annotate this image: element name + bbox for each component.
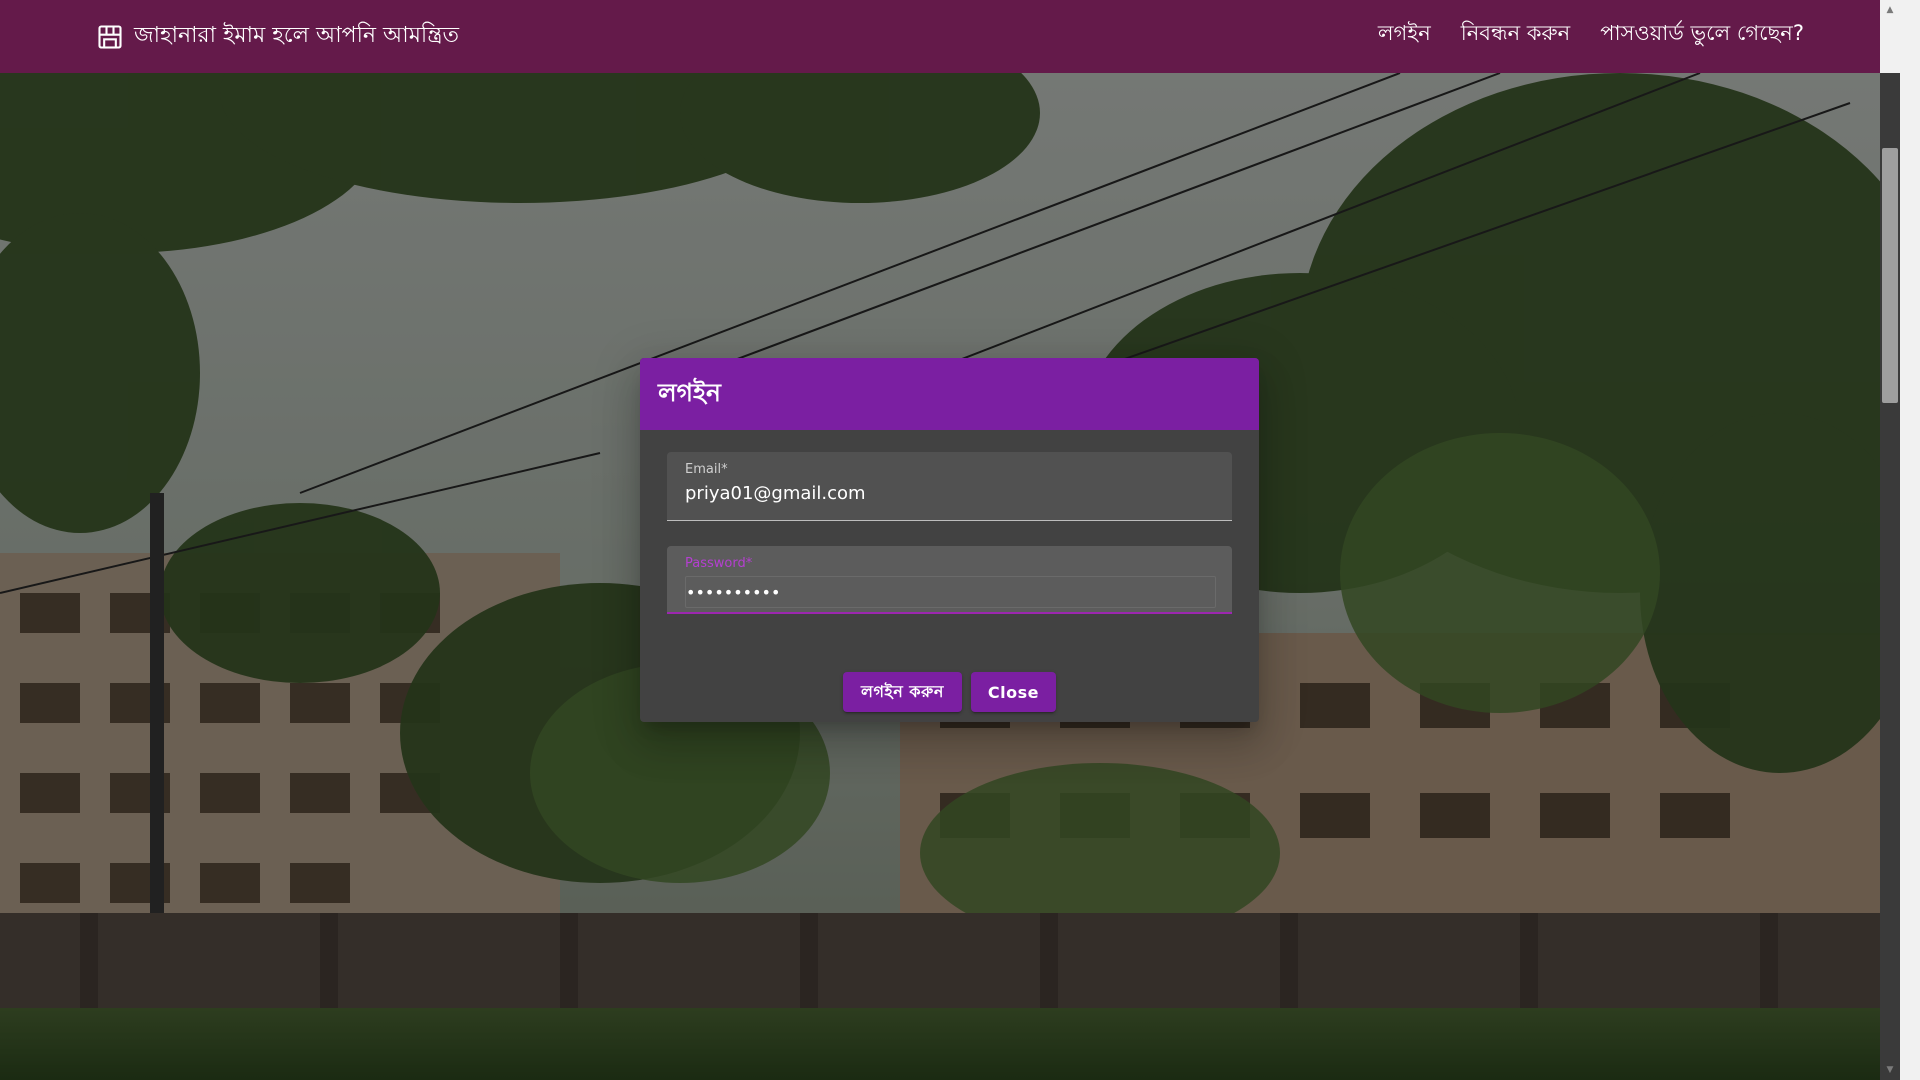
email-input[interactable] (685, 480, 1210, 506)
top-app-bar: জাহানারা ইমাম হলে আপনি আমন্ত্রিত লগইন নি… (0, 0, 1900, 73)
scrollbar-track[interactable] (1880, 73, 1900, 1080)
brand-title: জাহানারা ইমাম হলে আপনি আমন্ত্রিত (134, 23, 459, 48)
main-nav: লগইন নিবন্ধন করুন পাসওয়ার্ড ভুলে গেছেন? (1378, 0, 1804, 68)
password-input[interactable] (686, 579, 1211, 605)
login-submit-button[interactable]: লগইন করুন (843, 672, 962, 712)
password-field[interactable]: Password* (667, 546, 1232, 614)
dialog-header: লগইন (640, 358, 1259, 430)
close-button[interactable]: Close (970, 672, 1056, 712)
scroll-down-arrow-icon[interactable]: ▼ (1880, 1062, 1900, 1078)
nav-login-link[interactable]: লগইন (1378, 17, 1431, 52)
scroll-up-arrow-icon[interactable]: ▲ (1880, 2, 1900, 18)
storefront-icon (96, 23, 124, 51)
dialog-actions: লগইন করুন Close (640, 672, 1259, 712)
password-input-box[interactable] (685, 576, 1216, 608)
nav-forgot-password-link[interactable]: পাসওয়ার্ড ভুলে গেছেন? (1600, 17, 1804, 52)
email-field[interactable]: Email* (667, 452, 1232, 521)
nav-register-link[interactable]: নিবন্ধন করুন (1461, 17, 1570, 52)
login-dialog: লগইন Email* Password* লগইন করুন Close (640, 358, 1259, 722)
password-label: Password* (685, 556, 753, 571)
scrollbar-thumb[interactable] (1882, 148, 1898, 403)
page-scrollbar[interactable]: ▲ ▼ (1880, 0, 1920, 1080)
email-label: Email* (685, 462, 728, 477)
dialog-title: লগইন (658, 377, 721, 407)
brand[interactable]: জাহানারা ইমাম হলে আপনি আমন্ত্রিত (96, 0, 459, 73)
